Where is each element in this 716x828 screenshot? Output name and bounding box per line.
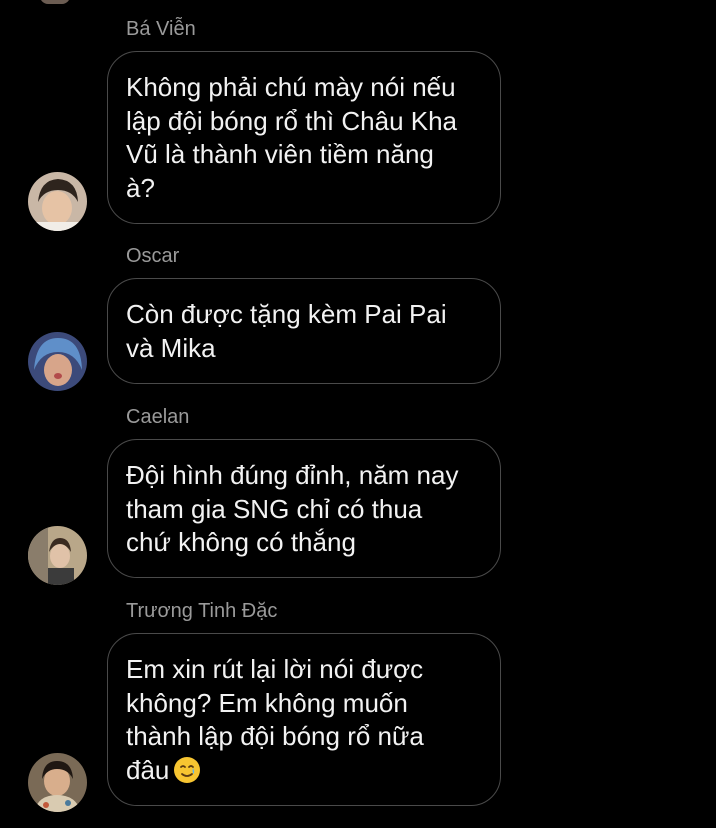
smiling-face-with-tear-emoji [174, 756, 201, 783]
avatar[interactable] [28, 172, 87, 231]
message-bubble[interactable]: Còn được tặng kèm Pai Pai và Mika [107, 278, 501, 384]
avatar[interactable] [28, 753, 87, 812]
avatar[interactable] [28, 332, 87, 391]
message-text: Em xin rút lại lời nói được không? Em kh… [126, 654, 424, 785]
message-bubble[interactable]: Không phải chú mày nói nếu lập đội bóng … [107, 51, 501, 224]
avatar[interactable] [28, 526, 87, 585]
message-text: Đội hình đúng đỉnh, năm nay tham gia SNG… [126, 460, 459, 557]
message-text: Không phải chú mày nói nếu lập đội bóng … [126, 72, 458, 203]
sender-name: Caelan [126, 406, 190, 428]
message-bubble[interactable]: Đội hình đúng đỉnh, năm nay tham gia SNG… [107, 439, 501, 578]
sender-name: Bá Viễn [126, 18, 196, 40]
avatar[interactable] [40, 0, 70, 4]
sender-name: Oscar [126, 245, 180, 267]
sender-name: Trương Tinh Đặc [126, 600, 278, 622]
message-bubble[interactable]: Em xin rút lại lời nói được không? Em kh… [107, 633, 501, 806]
message-text: Còn được tặng kèm Pai Pai và Mika [126, 299, 447, 363]
